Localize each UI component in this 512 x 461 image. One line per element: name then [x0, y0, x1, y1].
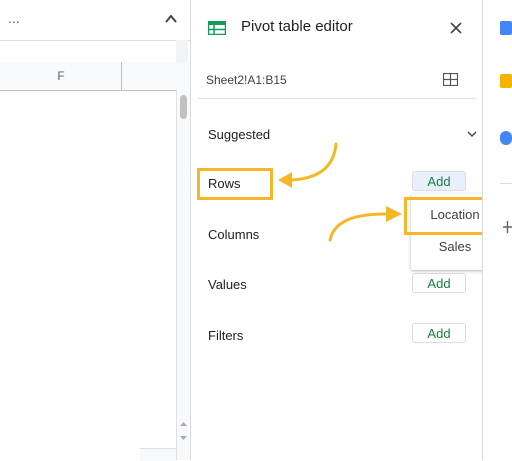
columns-label: Columns: [208, 227, 260, 242]
suggested-label[interactable]: Suggested: [208, 127, 270, 142]
more-menu-button[interactable]: ...: [8, 10, 20, 26]
filters-label: Filters: [208, 328, 244, 343]
tasks-icon[interactable]: [500, 131, 512, 145]
values-label: Values: [208, 277, 247, 292]
column-divider[interactable]: [121, 62, 122, 90]
vertical-scroll-thumb[interactable]: [180, 95, 187, 119]
annotation-arrow-rows-icon: [278, 142, 338, 188]
column-header-f[interactable]: F: [0, 62, 122, 90]
annotation-arrow-location-icon: [328, 206, 402, 242]
pivot-table-icon: [208, 21, 226, 35]
close-icon[interactable]: [450, 22, 462, 34]
formula-bar[interactable]: [0, 40, 176, 63]
horizontal-scrollbar[interactable]: [140, 448, 176, 461]
data-range-text: Sheet2!A1:B15: [206, 73, 287, 87]
side-divider: [500, 183, 512, 184]
formula-bar-expand[interactable]: [176, 40, 188, 62]
vertical-scrollbar[interactable]: [176, 90, 191, 460]
panel-title: Pivot table editor: [241, 18, 353, 35]
rows-add-button[interactable]: Add: [412, 171, 466, 191]
calendar-icon[interactable]: [500, 21, 512, 35]
filters-add-button[interactable]: Add: [412, 323, 466, 343]
values-add-button[interactable]: Add: [412, 273, 466, 293]
sheet-toolbar: [0, 0, 190, 41]
chevron-down-icon[interactable]: [467, 131, 477, 138]
location-highlight: [404, 197, 491, 235]
rows-label: Rows: [208, 176, 241, 191]
chevron-up-icon[interactable]: [164, 12, 178, 26]
grid-select-icon[interactable]: [443, 73, 458, 86]
keep-icon[interactable]: [500, 74, 512, 88]
scroll-arrows-icon[interactable]: [179, 420, 188, 448]
add-addon-icon[interactable]: [503, 220, 512, 234]
